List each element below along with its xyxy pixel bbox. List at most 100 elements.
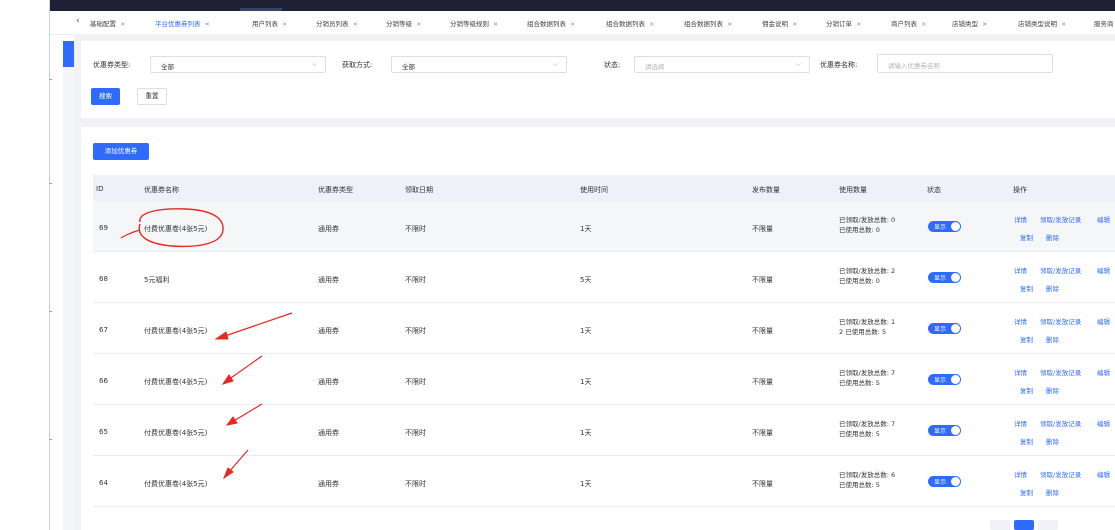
cell-coupon-type: 通用券: [318, 225, 339, 233]
detail-link[interactable]: 详情: [1014, 469, 1027, 479]
tab-1[interactable]: 基础配置 ×: [90, 18, 125, 28]
receive-records-link[interactable]: 领取/发放记录: [1040, 367, 1081, 377]
copy-link[interactable]: 复制: [1020, 232, 1033, 242]
copy-link[interactable]: 复制: [1020, 385, 1033, 395]
tab-15[interactable]: 服务商: [1094, 18, 1114, 28]
copy-link[interactable]: 复制: [1020, 283, 1033, 293]
tab-13[interactable]: 店铺类型 ×: [952, 18, 987, 28]
close-icon[interactable]: ×: [1061, 20, 1066, 28]
chevron-down-icon: ⌵: [552, 60, 558, 68]
close-icon[interactable]: ×: [205, 20, 210, 28]
delete-link[interactable]: 删除: [1046, 436, 1059, 446]
close-icon[interactable]: ×: [921, 20, 926, 28]
tab-6[interactable]: 分销等级规则 ×: [450, 18, 498, 28]
status-toggle-text: 显示: [934, 326, 947, 333]
copy-link[interactable]: 复制: [1020, 436, 1033, 446]
status-toggle[interactable]: 显示: [928, 323, 961, 334]
status-toggle[interactable]: 显示: [928, 425, 961, 436]
close-icon[interactable]: ×: [120, 20, 125, 28]
edit-link[interactable]: 编辑: [1097, 469, 1110, 479]
ruler-tick: [49, 183, 52, 184]
tab-9[interactable]: 组合数据列表 ×: [684, 18, 732, 28]
tab-label: 平台优惠券列表: [155, 20, 201, 28]
detail-link[interactable]: 详情: [1014, 214, 1027, 224]
delete-link[interactable]: 删除: [1046, 487, 1059, 497]
close-icon[interactable]: ×: [282, 20, 287, 28]
edit-link[interactable]: 编辑: [1097, 367, 1110, 377]
reset-button[interactable]: 重置: [137, 88, 167, 105]
pagination-prev[interactable]: [990, 520, 1010, 530]
receive-records-link[interactable]: 领取/发放记录: [1040, 265, 1081, 275]
status-toggle[interactable]: 显示: [928, 221, 961, 232]
tab-7[interactable]: 组合数据列表 ×: [527, 18, 575, 28]
toggle-knob: [951, 324, 960, 333]
receive-records-link[interactable]: 领取/发放记录: [1040, 214, 1081, 224]
toggle-knob: [951, 222, 960, 231]
tab-4[interactable]: 分销员列表 ×: [316, 18, 358, 28]
tab-label: 分销等级规则: [450, 20, 489, 28]
pagination-current-page[interactable]: [1014, 520, 1034, 530]
status-toggle[interactable]: 显示: [928, 272, 961, 283]
tab-label: 佣金说明: [762, 20, 788, 28]
detail-link[interactable]: 详情: [1014, 316, 1027, 326]
cell-publish-count: 不限量: [752, 327, 773, 335]
tab-14[interactable]: 店铺类型说明 ×: [1018, 18, 1066, 28]
close-icon[interactable]: ×: [856, 20, 861, 28]
tab-label: 组合数据列表: [684, 20, 723, 28]
status-select[interactable]: 请选择 ⌵: [634, 56, 810, 73]
search-button[interactable]: 搜索: [91, 88, 120, 105]
copy-link[interactable]: 复制: [1020, 334, 1033, 344]
receive-records-link[interactable]: 领取/发放记录: [1040, 316, 1081, 326]
sidebar-active-item[interactable]: [63, 41, 74, 67]
close-icon[interactable]: ×: [792, 20, 797, 28]
tab-label: 店铺类型: [952, 20, 978, 28]
edit-link[interactable]: 编辑: [1097, 316, 1110, 326]
status-toggle[interactable]: 显示: [928, 476, 961, 487]
pagination-next[interactable]: [1038, 520, 1058, 530]
cell-id: 68: [99, 275, 108, 283]
delete-link[interactable]: 删除: [1046, 232, 1059, 242]
coupon-type-select[interactable]: 全部 ⌵: [150, 56, 326, 73]
ruler-tick: [49, 439, 52, 440]
tab-5[interactable]: 分销等级 ×: [386, 18, 421, 28]
status-toggle-text: 显示: [934, 224, 947, 231]
edit-link[interactable]: 编辑: [1097, 265, 1110, 275]
table-row: [93, 201, 1115, 252]
receive-records-link[interactable]: 领取/发放记录: [1040, 418, 1081, 428]
tab-10[interactable]: 佣金说明 ×: [762, 18, 797, 28]
edit-link[interactable]: 编辑: [1097, 214, 1110, 224]
close-icon[interactable]: ×: [649, 20, 654, 28]
status-placeholder: 请选择: [645, 63, 665, 71]
close-icon[interactable]: ×: [416, 20, 421, 28]
receive-records-link[interactable]: 领取/发放记录: [1040, 469, 1081, 479]
receive-method-select[interactable]: 全部 ⌵: [391, 56, 567, 73]
tab-8[interactable]: 组合数据列表 ×: [606, 18, 654, 28]
edit-link[interactable]: 编辑: [1097, 418, 1110, 428]
copy-link[interactable]: 复制: [1020, 487, 1033, 497]
close-icon[interactable]: ×: [493, 20, 498, 28]
tab-12[interactable]: 商户列表 ×: [891, 18, 926, 28]
cell-receive-date: 不限时: [405, 276, 426, 284]
tab-2[interactable]: 平台优惠券列表 ×: [155, 18, 210, 28]
status-toggle-text: 显示: [934, 377, 947, 384]
cell-usage-received: 已领取/发放总数: 6: [839, 471, 896, 479]
detail-link[interactable]: 详情: [1014, 265, 1027, 275]
close-icon[interactable]: ×: [353, 20, 358, 28]
delete-link[interactable]: 删除: [1046, 283, 1059, 293]
tab-11[interactable]: 分销订单 ×: [826, 18, 861, 28]
detail-link[interactable]: 详情: [1014, 418, 1027, 428]
coupon-type-label: 优惠券类型:: [93, 61, 131, 69]
delete-link[interactable]: 删除: [1046, 334, 1059, 344]
close-icon[interactable]: ×: [982, 20, 987, 28]
coupon-name-input[interactable]: 请输入优惠券名称: [877, 54, 1053, 73]
add-coupon-button[interactable]: 添加优惠券: [93, 143, 149, 160]
detail-link[interactable]: 详情: [1014, 367, 1027, 377]
delete-link[interactable]: 删除: [1046, 385, 1059, 395]
status-toggle-text: 显示: [934, 428, 947, 435]
close-icon[interactable]: ×: [727, 20, 732, 28]
table-row: [93, 303, 1115, 354]
status-toggle[interactable]: 显示: [928, 374, 961, 385]
chevron-left-icon[interactable]: ‹: [76, 16, 80, 26]
tab-3[interactable]: 用户列表 ×: [252, 18, 287, 28]
close-icon[interactable]: ×: [570, 20, 575, 28]
